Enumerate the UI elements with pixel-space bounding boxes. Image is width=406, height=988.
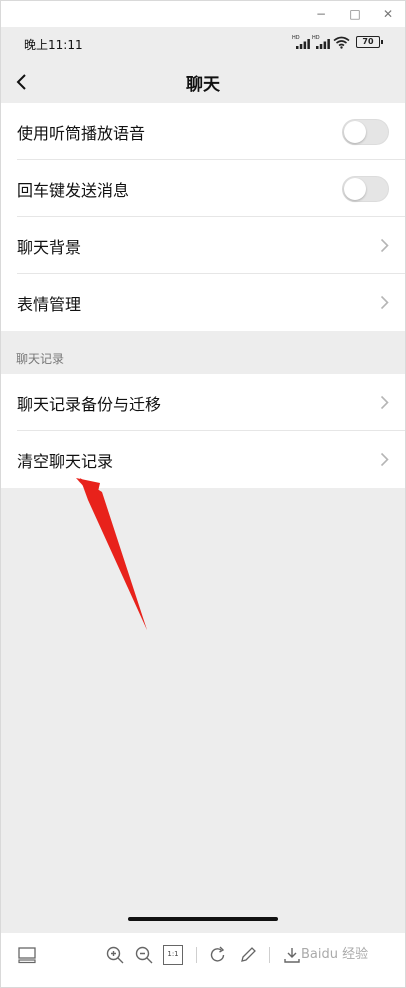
setting-row-earpiece[interactable]: 使用听筒播放语音 <box>1 103 405 160</box>
signal-icon: HD <box>312 36 330 49</box>
settings-group-general: 使用听筒播放语音 回车键发送消息 聊天背景 表情管理 <box>1 103 405 331</box>
signal-icon: HD <box>292 36 310 49</box>
setting-row-chat-background[interactable]: 聊天背景 <box>1 217 405 274</box>
chevron-right-icon <box>380 238 389 253</box>
wifi-icon <box>333 36 350 49</box>
actual-size-icon[interactable]: 1:1 <box>163 945 183 965</box>
chevron-right-icon <box>380 395 389 410</box>
window-titlebar: − □ ✕ <box>1 1 405 27</box>
toggle-knob <box>344 121 366 143</box>
zoom-in-icon[interactable] <box>105 945 125 965</box>
earpiece-toggle[interactable] <box>342 119 389 145</box>
status-time: 晚上11:11 <box>24 38 83 52</box>
enter-send-toggle[interactable] <box>342 176 389 202</box>
image-viewer-toolbar: 1:1 Baidu 经验 <box>1 933 405 987</box>
page-title: 聊天 <box>186 75 220 95</box>
zoom-out-icon[interactable] <box>134 945 154 965</box>
setting-row-clear-history[interactable]: 清空聊天记录 <box>1 431 405 488</box>
watermark: Baidu 经验 <box>301 947 369 962</box>
setting-label: 表情管理 <box>17 295 82 314</box>
battery-indicator: 70 <box>356 36 383 48</box>
edit-icon[interactable] <box>238 945 258 965</box>
home-indicator[interactable] <box>128 917 278 921</box>
close-button[interactable]: ✕ <box>379 5 397 23</box>
minimize-button[interactable]: − <box>312 5 330 23</box>
setting-label: 清空聊天记录 <box>17 452 114 471</box>
chevron-right-icon <box>380 295 389 310</box>
setting-label: 聊天记录备份与迁移 <box>17 395 162 414</box>
settings-group-chat-history: 聊天记录备份与迁移 清空聊天记录 <box>1 374 405 488</box>
chevron-right-icon <box>380 452 389 467</box>
toggle-knob <box>344 178 366 200</box>
toolbar-separator <box>269 947 270 963</box>
setting-label: 使用听筒播放语音 <box>17 124 146 143</box>
setting-row-sticker-management[interactable]: 表情管理 <box>1 274 405 331</box>
layout-icon[interactable] <box>17 945 37 965</box>
maximize-button[interactable]: □ <box>346 5 364 23</box>
setting-row-enter-send[interactable]: 回车键发送消息 <box>1 160 405 217</box>
setting-row-backup-migrate[interactable]: 聊天记录备份与迁移 <box>1 374 405 431</box>
phone-screen: 晚上11:11 HD HD 70 聊天 使用听筒播放语音 回车键发送消息 聊天背… <box>1 27 405 933</box>
download-icon[interactable] <box>282 945 302 965</box>
section-header-chat-history: 聊天记录 <box>16 352 65 366</box>
status-bar: 晚上11:11 HD HD 70 <box>1 27 405 61</box>
rotate-icon[interactable] <box>208 945 228 965</box>
toolbar-separator <box>196 947 197 963</box>
nav-bar: 聊天 <box>1 61 405 103</box>
setting-label: 回车键发送消息 <box>17 181 130 200</box>
setting-label: 聊天背景 <box>17 238 82 257</box>
